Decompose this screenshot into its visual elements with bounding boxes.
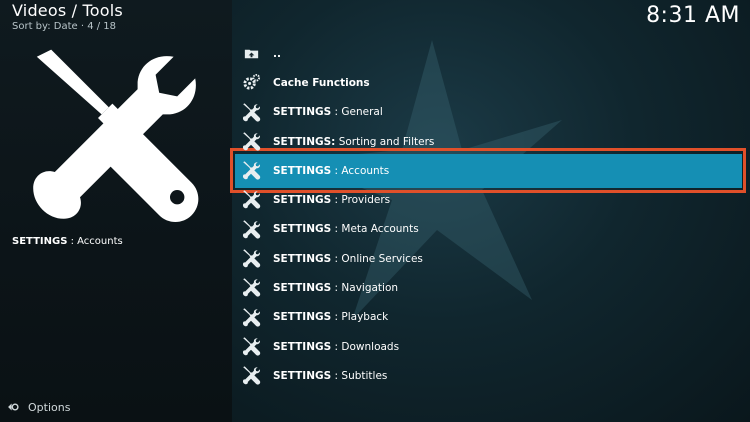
page-title: Videos / Tools xyxy=(12,1,123,20)
folder-up-icon xyxy=(244,49,259,59)
options-label: Options xyxy=(28,400,71,414)
list-item-label: SETTINGS : Navigation xyxy=(273,282,399,295)
list-item[interactable]: .. xyxy=(232,39,750,68)
clock: 8:31 AM xyxy=(646,3,740,28)
tools-icon xyxy=(242,337,261,356)
sort-info[interactable]: Sort by: Date · 4 / 18 xyxy=(12,21,116,32)
list-item[interactable]: SETTINGS : Downloads xyxy=(232,332,750,361)
tools-icon xyxy=(242,132,261,151)
tools-icon xyxy=(242,161,261,180)
list-item-label: SETTINGS : Accounts xyxy=(273,164,390,177)
gears-icon xyxy=(243,74,261,90)
list-item[interactable]: SETTINGS : Meta Accounts xyxy=(232,215,750,244)
list-item-label: SETTINGS : Providers xyxy=(273,194,391,207)
list-item[interactable]: SETTINGS : Online Services xyxy=(232,244,750,273)
tools-icon xyxy=(242,220,261,239)
tools-icon xyxy=(242,366,261,385)
list-item[interactable]: SETTINGS: Sorting and Filters xyxy=(232,127,750,156)
list-item[interactable]: SETTINGS : Subtitles xyxy=(232,361,750,390)
list-item-label: SETTINGS : General xyxy=(273,106,383,119)
tools-icon xyxy=(242,190,261,210)
tools-icon xyxy=(33,49,199,222)
list-item-label: SETTINGS : Subtitles xyxy=(273,369,388,382)
info-panel: Videos / Tools Sort by: Date · 4 / 18 SE… xyxy=(0,0,232,422)
tools-icon xyxy=(242,102,261,122)
file-list: .. Cache Functions SETTINGS : General SETTI… xyxy=(232,39,750,391)
list-item[interactable]: SETTINGS : Providers xyxy=(232,185,750,214)
list-item[interactable]: SETTINGS : Navigation xyxy=(232,273,750,302)
list-item[interactable]: SETTINGS : General xyxy=(232,98,750,127)
list-item[interactable]: SETTINGS : Accounts xyxy=(232,156,750,185)
list-item-label: SETTINGS: Sorting and Filters xyxy=(273,135,435,148)
options-button[interactable]: Options xyxy=(6,400,70,414)
tools-icon xyxy=(242,278,261,297)
list-item-label: SETTINGS : Meta Accounts xyxy=(273,223,419,236)
list-item-label: SETTINGS : Playback xyxy=(273,311,389,324)
selected-item-label: SETTINGS : Accounts xyxy=(12,236,123,247)
list-item-label: Cache Functions xyxy=(273,76,370,89)
options-icon xyxy=(8,403,19,411)
tools-icon xyxy=(242,249,261,268)
list-item-label: .. xyxy=(273,47,281,60)
list-item-label: SETTINGS : Online Services xyxy=(273,252,423,265)
list-item[interactable]: Cache Functions xyxy=(232,68,750,97)
list-item[interactable]: SETTINGS : Playback xyxy=(232,303,750,332)
list-item-label: SETTINGS : Downloads xyxy=(273,340,400,353)
tools-icon xyxy=(242,308,261,327)
kodi-screen: Videos / Tools Sort by: Date · 4 / 18 SE… xyxy=(0,0,750,422)
